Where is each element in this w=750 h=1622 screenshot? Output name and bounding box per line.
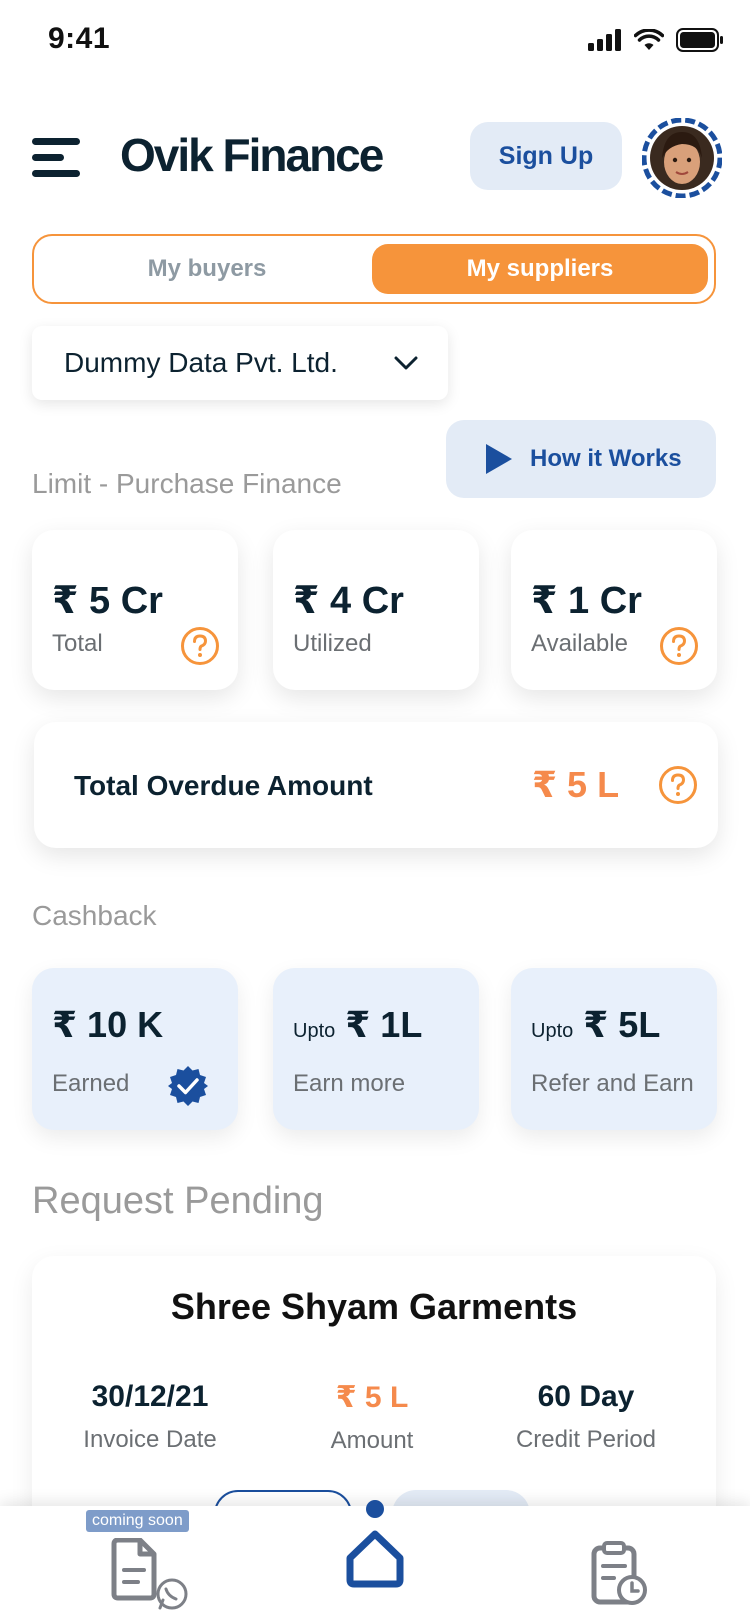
invoice-date-value: 30/12/21 <box>91 1380 209 1413</box>
request-credit-period: 60 Day Credit Period <box>476 1380 696 1454</box>
company-selector[interactable]: Dummy Data Pvt. Ltd. <box>32 326 448 400</box>
credit-period-value: 60 Day <box>537 1380 635 1413</box>
cashback-earned-value: ₹ 10 K <box>52 1004 163 1046</box>
amount-value: ₹ 5 L <box>335 1381 409 1414</box>
avatar[interactable] <box>641 117 723 199</box>
verified-badge-icon <box>168 1066 208 1106</box>
cashback-section-title: Cashback <box>32 900 157 931</box>
chevron-down-icon <box>394 356 418 370</box>
overdue-card[interactable]: Total Overdue Amount ₹ 5 L <box>34 722 718 848</box>
upto-prefix: Upto <box>531 1020 574 1042</box>
limit-card-total[interactable]: ₹ 5 Cr Total <box>32 530 238 690</box>
status-icons <box>588 26 724 54</box>
app-title: Ovik Finance <box>120 129 384 181</box>
cellular-signal-icon <box>588 29 621 51</box>
wifi-icon <box>634 29 664 50</box>
request-invoice-date: 30/12/21 Invoice Date <box>40 1380 260 1454</box>
home-icon[interactable] <box>344 1530 406 1588</box>
cashback-card-earn-more[interactable]: Upto ₹ 1L Earn more <box>273 968 479 1130</box>
cashback-refer-value: Upto ₹ 5L <box>531 1004 660 1046</box>
battery-icon <box>676 28 723 52</box>
tab-my-suppliers[interactable]: My suppliers <box>372 244 708 294</box>
document-whatsapp-icon[interactable] <box>110 1538 192 1614</box>
play-icon <box>486 444 512 474</box>
cashback-earned-amount: ₹ 10 K <box>52 1004 164 1045</box>
limit-total-value: ₹ 5 Cr <box>52 580 163 622</box>
buyer-supplier-toggle: My buyers My suppliers <box>32 234 716 304</box>
limit-available-label: Available <box>531 630 628 657</box>
limit-card-available[interactable]: ₹ 1 Cr Available <box>511 530 717 690</box>
cashback-refer-amount: ₹ 5L <box>583 1004 661 1045</box>
help-icon[interactable] <box>658 765 698 805</box>
how-it-works-button[interactable]: How it Works <box>446 420 716 498</box>
hamburger-menu-icon[interactable] <box>32 138 82 178</box>
limit-utilized-value: ₹ 4 Cr <box>293 580 404 622</box>
limit-section-title: Limit - Purchase Finance <box>32 468 342 499</box>
request-amount: ₹ 5 L Amount <box>262 1380 482 1455</box>
sign-up-button[interactable]: Sign Up <box>470 122 622 190</box>
cashback-refer-label: Refer and Earn <box>531 1070 694 1097</box>
upto-prefix: Upto <box>293 1020 336 1042</box>
request-pending-title: Request Pending <box>32 1180 324 1222</box>
help-icon[interactable] <box>659 626 699 666</box>
cashback-card-refer[interactable]: Upto ₹ 5L Refer and Earn <box>511 968 717 1130</box>
coming-soon-badge: coming soon <box>86 1510 189 1532</box>
clipboard-clock-icon[interactable] <box>590 1540 648 1606</box>
invoice-date-label: Invoice Date <box>83 1426 217 1453</box>
limit-card-utilized[interactable]: ₹ 4 Cr Utilized <box>273 530 479 690</box>
limit-utilized-label: Utilized <box>293 630 372 657</box>
limit-total-label: Total <box>52 630 103 657</box>
cashback-card-earned[interactable]: ₹ 10 K Earned <box>32 968 238 1130</box>
how-it-works-label: How it Works <box>530 445 682 472</box>
cashback-earn-more-amount: ₹ 1L <box>345 1004 423 1045</box>
overdue-label: Total Overdue Amount <box>74 770 373 801</box>
amount-label: Amount <box>330 1427 414 1454</box>
tab-my-buyers[interactable]: My buyers <box>42 244 372 294</box>
cashback-earned-label: Earned <box>52 1070 130 1097</box>
credit-period-label: Credit Period <box>515 1426 657 1453</box>
request-supplier-name: Shree Shyam Garments <box>170 1286 578 1327</box>
help-icon[interactable] <box>180 626 220 666</box>
overdue-amount: ₹ 5 L <box>532 764 620 805</box>
bottom-nav: coming soon <box>0 1500 750 1622</box>
active-tab-indicator <box>366 1500 384 1518</box>
cashback-earn-more-label: Earn more <box>293 1070 406 1097</box>
status-time: 9:41 <box>48 22 111 55</box>
company-name: Dummy Data Pvt. Ltd. <box>64 347 338 378</box>
limit-available-value: ₹ 1 Cr <box>531 580 642 622</box>
cashback-earn-more-value: Upto ₹ 1L <box>293 1004 422 1046</box>
